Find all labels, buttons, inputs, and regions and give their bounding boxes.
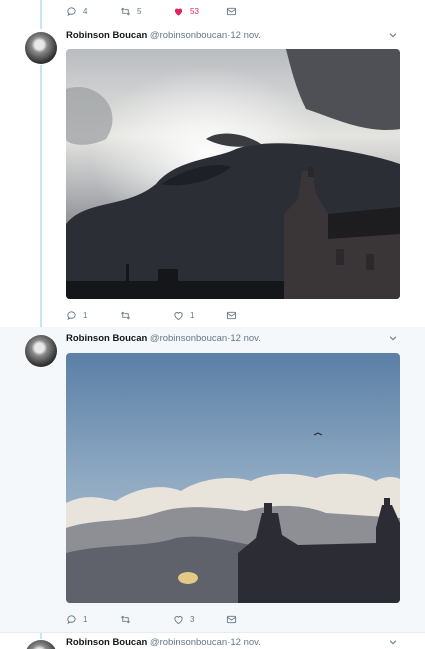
reply-button[interactable]: 1: [66, 612, 87, 626]
envelope-icon: [226, 615, 237, 623]
tweet-previous: 4 5 53: [0, 0, 425, 24]
reply-icon: [67, 310, 76, 320]
envelope-icon: [226, 7, 237, 15]
envelope-icon: [226, 311, 237, 319]
retweet-icon: [121, 311, 130, 319]
retweet-button[interactable]: 5: [120, 4, 141, 18]
reply-icon: [67, 614, 76, 624]
tweet-header: Robinson Boucan @robinsonboucan·12 nov.: [66, 30, 261, 41]
heart-icon: [174, 311, 183, 320]
like-button[interactable]: 3: [173, 612, 194, 626]
tweet-photo[interactable]: [66, 49, 400, 299]
avatar[interactable]: [25, 640, 57, 649]
tweet-date[interactable]: 12 nov.: [230, 30, 260, 41]
reply-button[interactable]: 4: [66, 4, 87, 18]
retweet-count: 5: [137, 6, 142, 16]
avatar[interactable]: [25, 335, 57, 367]
direct-message-button[interactable]: [226, 308, 237, 322]
user-handle[interactable]: @robinsonboucan: [150, 637, 227, 648]
like-count: 1: [190, 310, 195, 320]
reply-button[interactable]: 1: [66, 308, 87, 322]
display-name[interactable]: Robinson Boucan: [66, 30, 147, 41]
tweet-photo[interactable]: [66, 353, 400, 603]
direct-message-button[interactable]: [226, 4, 237, 18]
like-count: 3: [190, 614, 195, 624]
like-button[interactable]: 1: [173, 308, 194, 322]
tweet[interactable]: Robinson Boucan @robinsonboucan·12 nov.: [0, 327, 425, 632]
user-handle[interactable]: @robinsonboucan: [150, 333, 227, 344]
photo-storm-clouds: [66, 49, 400, 299]
like-button[interactable]: 53: [173, 4, 199, 18]
tweet[interactable]: Robinson Boucan @robinsonboucan·12 nov.: [0, 24, 425, 327]
reply-count: 4: [83, 6, 88, 16]
reply-count: 1: [83, 614, 88, 624]
tweet[interactable]: Robinson Boucan @robinsonboucan·12 nov.: [0, 632, 425, 649]
like-count: 53: [190, 6, 199, 16]
direct-message-button[interactable]: [226, 612, 237, 626]
tweet-date[interactable]: 12 nov.: [230, 333, 260, 344]
heart-icon: [174, 615, 183, 624]
retweet-button[interactable]: [120, 308, 137, 322]
chevron-down-icon[interactable]: [388, 637, 398, 647]
tweet-header: Robinson Boucan @robinsonboucan·12 nov.: [66, 637, 261, 648]
retweet-icon: [121, 7, 130, 15]
retweet-button[interactable]: [120, 612, 137, 626]
chevron-down-icon[interactable]: [388, 30, 398, 40]
avatar[interactable]: [25, 32, 57, 64]
chevron-down-icon[interactable]: [388, 333, 398, 343]
retweet-icon: [121, 615, 130, 623]
display-name[interactable]: Robinson Boucan: [66, 333, 147, 344]
heart-filled-icon: [174, 8, 183, 16]
display-name[interactable]: Robinson Boucan: [66, 637, 147, 648]
user-handle[interactable]: @robinsonboucan: [150, 30, 227, 41]
reply-count: 1: [83, 310, 88, 320]
photo-blue-sky-clouds: [66, 353, 400, 603]
tweet-date[interactable]: 12 nov.: [230, 637, 260, 648]
reply-icon: [67, 6, 76, 16]
tweet-header: Robinson Boucan @robinsonboucan·12 nov.: [66, 333, 261, 344]
